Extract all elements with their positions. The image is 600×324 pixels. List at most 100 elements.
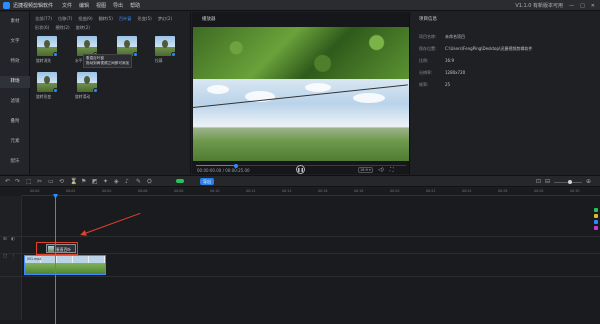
- edit-icon[interactable]: ✎: [136, 178, 141, 185]
- playhead[interactable]: [55, 194, 56, 324]
- transition-library: 全部(77) 位移(7) 扭曲(9) 翻转(5) 百叶窗 形变(5) 梦幻(2)…: [31, 12, 191, 174]
- filter-all[interactable]: 全部(77): [35, 16, 52, 22]
- video-track-icon[interactable]: ▢: [3, 254, 7, 259]
- audio-icon[interactable]: ♪: [125, 178, 129, 185]
- effects-icon[interactable]: ✦: [103, 178, 108, 185]
- title-bar: 迅捷视频剪辑软件 文件 编辑 视图 导出 帮助 V1.1.0 有新版本可用 — …: [0, 0, 600, 11]
- nav-item-elements[interactable]: 元素: [0, 136, 30, 148]
- ruler-tick-label: 00:10: [210, 189, 220, 193]
- rotate-icon[interactable]: ⟲: [59, 178, 64, 185]
- prop-value: 未命名项目: [445, 34, 465, 39]
- clip-filename: 001.mp4: [27, 257, 42, 261]
- project-info-panel: 项目信息 项目名称: 未命名项目 保存位置: C:\Users\FengPing\D…: [411, 12, 600, 174]
- zoom-out-icon[interactable]: ⊟: [545, 178, 550, 185]
- video-frame[interactable]: [192, 79, 409, 161]
- purple-swatch[interactable]: [594, 226, 598, 230]
- prop-key: 保存位置:: [419, 46, 437, 51]
- filter-wipe[interactable]: 擦除(2): [55, 25, 69, 31]
- minimize-button[interactable]: —: [569, 3, 574, 9]
- ruler-tick-label: 00:24: [462, 189, 472, 193]
- yellow-swatch[interactable]: [594, 214, 598, 218]
- ruler-tick-label: 00:08: [174, 189, 184, 193]
- menu-edit[interactable]: 编辑: [79, 2, 89, 9]
- redo-icon[interactable]: ↷: [15, 178, 20, 185]
- filter-flip[interactable]: 翻转(5): [99, 16, 113, 22]
- nav-item-effects[interactable]: 特效: [0, 56, 30, 68]
- nav-item-transition[interactable]: 转场: [0, 76, 30, 88]
- filter-dream[interactable]: 梦幻(2): [158, 16, 172, 22]
- green-swatch[interactable]: [594, 208, 598, 212]
- record-indicator[interactable]: [176, 179, 184, 183]
- menu-view[interactable]: 视图: [96, 2, 106, 9]
- zoom-handle[interactable]: [568, 180, 572, 184]
- export-button[interactable]: 导出: [200, 178, 214, 185]
- color-icon[interactable]: ◈: [114, 178, 119, 185]
- maximize-button[interactable]: □: [580, 3, 585, 9]
- visibility-icon[interactable]: ◐: [11, 237, 15, 242]
- ruler-tick-label: 00:02: [66, 189, 76, 193]
- track-color-swatches: [594, 208, 598, 232]
- filter-shift[interactable]: 位移(7): [58, 16, 72, 22]
- transition-thumb[interactable]: [155, 36, 176, 57]
- timecode: 00:00:00.00 / 00:00:25.00: [197, 168, 250, 173]
- menu-help[interactable]: 帮助: [130, 2, 140, 9]
- blue-swatch[interactable]: [594, 220, 598, 224]
- nav-item-material[interactable]: 素材: [0, 16, 30, 28]
- filter-shape[interactable]: 形状(6): [35, 25, 49, 31]
- prop-value: 16:9: [445, 58, 454, 63]
- clip-filmstrip: [25, 263, 105, 274]
- zoom-in-icon[interactable]: ⊕: [586, 178, 591, 185]
- nav-item-music[interactable]: 配乐: [0, 156, 30, 168]
- pause-button[interactable]: ❚❚: [296, 165, 305, 174]
- transition-thumb[interactable]: [117, 36, 138, 57]
- fullscreen-icon[interactable]: ⛶: [390, 167, 394, 173]
- menu-export[interactable]: 导出: [113, 2, 123, 9]
- app-logo-icon: [3, 2, 10, 9]
- tooltip-hint: 拖动到两视频之间即可添加: [86, 61, 130, 65]
- panel-title: 项目信息: [419, 17, 437, 22]
- undo-icon[interactable]: ↶: [5, 178, 10, 185]
- filter-morph[interactable]: 形变(5): [138, 16, 152, 22]
- transition-thumb[interactable]: [37, 72, 58, 93]
- ruler-tick-label: 00:12: [246, 189, 256, 193]
- freeze-icon[interactable]: ◩: [92, 178, 98, 185]
- filter-distort[interactable]: 扭曲(9): [78, 16, 92, 22]
- transition-thumb[interactable]: [77, 36, 98, 57]
- track-divider: [0, 253, 600, 254]
- aspect-ratio-select[interactable]: 16:9 ▾: [358, 167, 373, 173]
- speed-icon[interactable]: ⌛: [70, 178, 77, 185]
- ruler-tick-label: 00:00: [30, 189, 40, 193]
- cloud: [353, 93, 385, 103]
- video-clip[interactable]: 001.mp4: [24, 255, 106, 275]
- version-notice[interactable]: V1.1.0 有新版本可用: [515, 2, 563, 9]
- time-ruler[interactable]: 00:00 00:02 00:04 00:06 00:08 00:10 00:12 00:14…: [22, 188, 600, 196]
- download-icon: [93, 88, 98, 93]
- ruler-tick-label: 00:18: [354, 189, 364, 193]
- split-icon[interactable]: ✂: [37, 178, 42, 185]
- filter-rotate[interactable]: 旋转(2): [76, 25, 90, 31]
- mosaic-icon[interactable]: ▭: [48, 178, 54, 185]
- fit-icon[interactable]: ⊡: [536, 178, 541, 185]
- more-icon[interactable]: ⋮: [11, 254, 16, 259]
- prop-key: 项目名称:: [419, 34, 437, 39]
- lock-icon[interactable]: ⊞: [3, 237, 7, 242]
- track-divider: [0, 236, 600, 237]
- marker-icon[interactable]: ⚑: [81, 178, 86, 185]
- transition-thumb[interactable]: [37, 36, 58, 57]
- prop-value: 25: [445, 82, 451, 87]
- filter-blinds[interactable]: 百叶窗: [119, 16, 132, 22]
- nav-item-filter[interactable]: 滤镜: [0, 96, 30, 108]
- menu-file[interactable]: 文件: [62, 2, 72, 9]
- nav-item-overlay[interactable]: 叠附: [0, 116, 30, 128]
- prop-row-location: 保存位置: C:\Users\FengPing\Desktop\迅捷视频剪辑软件: [419, 46, 532, 52]
- prop-key: 分辨率:: [419, 70, 433, 75]
- settings-icon[interactable]: ⛭: [147, 178, 152, 186]
- annotation-arrow: [81, 212, 141, 235]
- progress-handle[interactable]: [233, 163, 238, 168]
- transition-thumb[interactable]: [77, 72, 98, 93]
- prop-value: 1280x720: [445, 70, 466, 75]
- nav-item-text[interactable]: 文字: [0, 36, 30, 48]
- volume-icon[interactable]: ◁): [378, 167, 384, 173]
- crop-icon[interactable]: ⬚: [26, 178, 32, 185]
- close-button[interactable]: ✕: [591, 3, 595, 9]
